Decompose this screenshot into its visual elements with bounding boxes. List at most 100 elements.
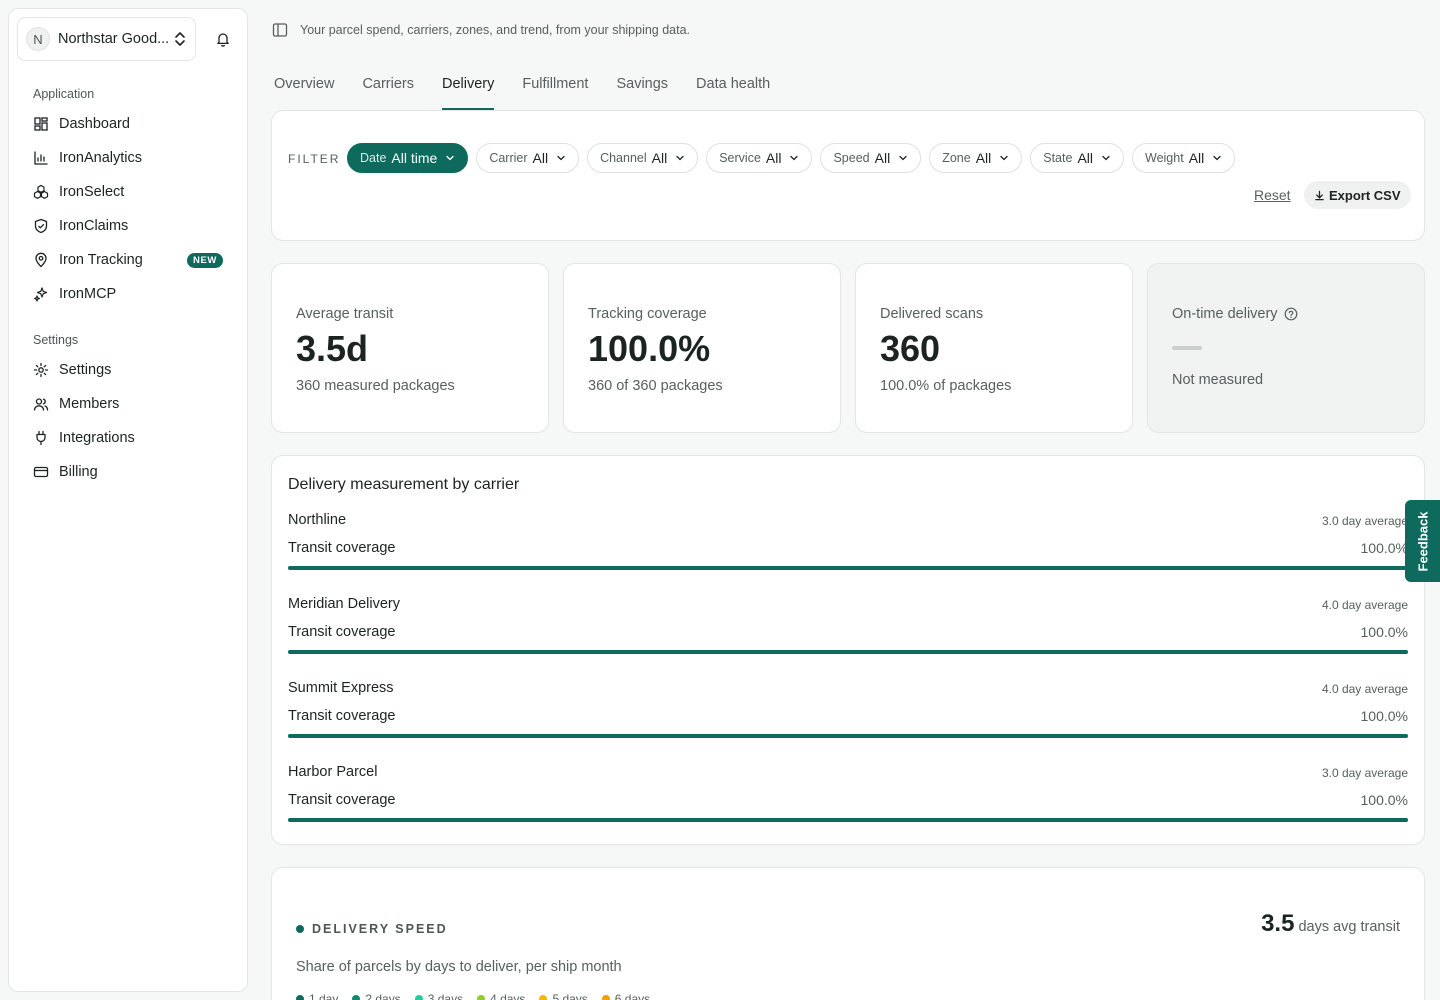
help-circle-icon[interactable] xyxy=(1284,307,1298,321)
tab-overview[interactable]: Overview xyxy=(274,76,334,110)
chevron-down-icon xyxy=(899,155,907,161)
legend-item[interactable]: 1 day xyxy=(296,992,338,1000)
legend-label: 5 days xyxy=(552,992,588,1000)
avg-transit-summary: 3.5 days avg transit xyxy=(1261,910,1400,938)
chip-value: All xyxy=(874,150,891,166)
coverage-bar-track xyxy=(288,650,1408,654)
delivery-speed-description: Share of parcels by days to deliver, per… xyxy=(296,959,622,975)
sidebar-item-billing[interactable]: Billing xyxy=(17,455,239,489)
filter-chip-weight[interactable]: Weight All xyxy=(1132,143,1236,173)
coverage-bar-track xyxy=(288,734,1408,738)
filter-chip-service[interactable]: Service All xyxy=(706,143,813,173)
chevron-down-icon xyxy=(1213,155,1221,161)
sidebar-item-label: Members xyxy=(59,396,120,412)
sidebar-item-label: Billing xyxy=(59,464,98,480)
stat-sub: 100.0% of packages xyxy=(880,378,1012,394)
avg-transit-label: days avg transit xyxy=(1298,919,1400,935)
filter-chip-state[interactable]: State All xyxy=(1030,143,1124,173)
feedback-button[interactable]: Feedback xyxy=(1405,500,1440,582)
filter-chip-channel[interactable]: Channel All xyxy=(587,143,699,173)
sidebar-item-ironanalytics[interactable]: IronAnalytics xyxy=(17,141,239,175)
stat-label: Delivered scans xyxy=(880,306,984,322)
carrier-name: Meridian Delivery xyxy=(288,596,401,612)
stat-sub: Not measured xyxy=(1172,372,1264,388)
sidebar-item-label: Dashboard xyxy=(59,116,130,132)
legend-item[interactable]: 5 days xyxy=(539,992,588,1000)
legend-item[interactable]: 6 days xyxy=(601,992,650,1000)
credit-card-icon xyxy=(33,466,49,478)
coverage-bar-fill xyxy=(288,734,1408,738)
carrier-row: Meridian Delivery 4.0 day average Transi… xyxy=(288,578,1408,662)
sidebar-item-iron-tracking[interactable]: Iron Tracking NEW xyxy=(17,243,239,277)
sidebar-item-members[interactable]: Members xyxy=(17,387,239,421)
sparkles-icon xyxy=(33,287,48,302)
tab-delivery[interactable]: Delivery xyxy=(442,76,495,110)
filter-chip-zone[interactable]: Zone All xyxy=(929,143,1023,173)
org-switcher[interactable]: N Northstar Good... xyxy=(17,17,196,61)
legend-item[interactable]: 2 days xyxy=(352,992,401,1000)
sidebar-item-label: IronClaims xyxy=(59,218,129,234)
sidebar-item-dashboard[interactable]: Dashboard xyxy=(17,107,239,141)
sidebar-item-integrations[interactable]: Integrations xyxy=(17,421,239,455)
coverage-value: 100.0% xyxy=(1360,540,1408,556)
coverage-bar-fill xyxy=(288,650,1408,654)
sidebar-toggle-icon[interactable] xyxy=(272,22,288,38)
feedback-label: Feedback xyxy=(1415,511,1431,571)
legend-dot xyxy=(296,995,304,1000)
legend-dot xyxy=(414,995,423,1000)
carrier-row: Northline 3.0 day average Transit covera… xyxy=(288,494,1408,578)
sidebar-item-ironclaims[interactable]: IronClaims xyxy=(17,209,239,243)
boxes-icon xyxy=(33,184,49,199)
notifications-button[interactable] xyxy=(208,23,239,55)
chevrons-up-down-icon xyxy=(175,32,185,46)
chevron-down-icon xyxy=(676,155,684,161)
legend-label: 4 days xyxy=(490,992,526,1000)
tab-carriers[interactable]: Carriers xyxy=(362,76,414,110)
stat-card-delivered-scans: Delivered scans 360 100.0% of packages xyxy=(855,263,1133,433)
stat-sub: 360 of 360 packages xyxy=(588,378,723,394)
org-name: Northstar Good... xyxy=(58,31,170,47)
stat-label: Tracking coverage xyxy=(588,306,707,322)
sidebar-item-ironselect[interactable]: IronSelect xyxy=(17,175,239,209)
legend-dot xyxy=(539,995,548,1000)
sidebar-item-ironmcp[interactable]: IronMCP xyxy=(17,277,239,311)
dashboard-icon xyxy=(34,117,48,131)
reset-link[interactable]: Reset xyxy=(1254,187,1291,203)
stat-label: Average transit xyxy=(296,306,394,322)
filter-chip-date[interactable]: Date All time xyxy=(347,143,469,173)
legend-label: 1 day xyxy=(309,992,339,1000)
stat-sub: 360 measured packages xyxy=(296,378,455,394)
map-pin-icon xyxy=(35,252,47,268)
sidebar: N Northstar Good... Application Dashboar… xyxy=(8,8,248,992)
legend-dot xyxy=(601,995,610,1000)
legend-dot xyxy=(477,995,486,1000)
page-subtitle: Your parcel spend, carriers, zones, and … xyxy=(300,23,691,37)
coverage-bar-track xyxy=(288,566,1408,570)
sidebar-item-settings[interactable]: Settings xyxy=(17,353,239,387)
tab-data-health[interactable]: Data health xyxy=(696,76,770,110)
sidebar-item-label: IronAnalytics xyxy=(59,150,143,166)
delivery-speed-title: DELIVERY SPEED xyxy=(312,922,448,936)
carrier-row: Summit Express 4.0 day average Transit c… xyxy=(288,662,1408,746)
tab-savings[interactable]: Savings xyxy=(616,76,668,110)
speed-legend: 1 day 2 days 3 days 4 days 5 days 6 days xyxy=(296,992,650,1000)
carrier-row: Harbor Parcel 3.0 day average Transit co… xyxy=(288,746,1408,830)
coverage-label: Transit coverage xyxy=(288,792,396,808)
delivery-speed-panel: DELIVERY SPEED 3.5 days avg transit Shar… xyxy=(271,867,1425,1000)
chip-value: All xyxy=(1077,150,1093,166)
org-avatar: N xyxy=(26,27,50,51)
chip-value: All xyxy=(651,150,668,166)
export-csv-button[interactable]: Export CSV xyxy=(1304,181,1411,209)
tab-fulfillment[interactable]: Fulfillment xyxy=(522,76,588,110)
legend-item[interactable]: 4 days xyxy=(477,992,525,1000)
filter-chip-speed[interactable]: Speed All xyxy=(820,143,922,173)
filter-chip-carrier[interactable]: Carrier All xyxy=(476,143,580,173)
bar-chart-icon xyxy=(34,151,48,165)
carrier-name: Northline xyxy=(288,512,347,528)
carrier-average: 4.0 day average xyxy=(1321,682,1408,696)
nav-section-application: Application xyxy=(33,87,95,101)
legend-item[interactable]: 3 days xyxy=(414,992,463,1000)
export-csv-label: Export CSV xyxy=(1329,187,1401,203)
shield-check-icon xyxy=(34,218,48,234)
sidebar-item-label: Iron Tracking xyxy=(59,252,143,268)
